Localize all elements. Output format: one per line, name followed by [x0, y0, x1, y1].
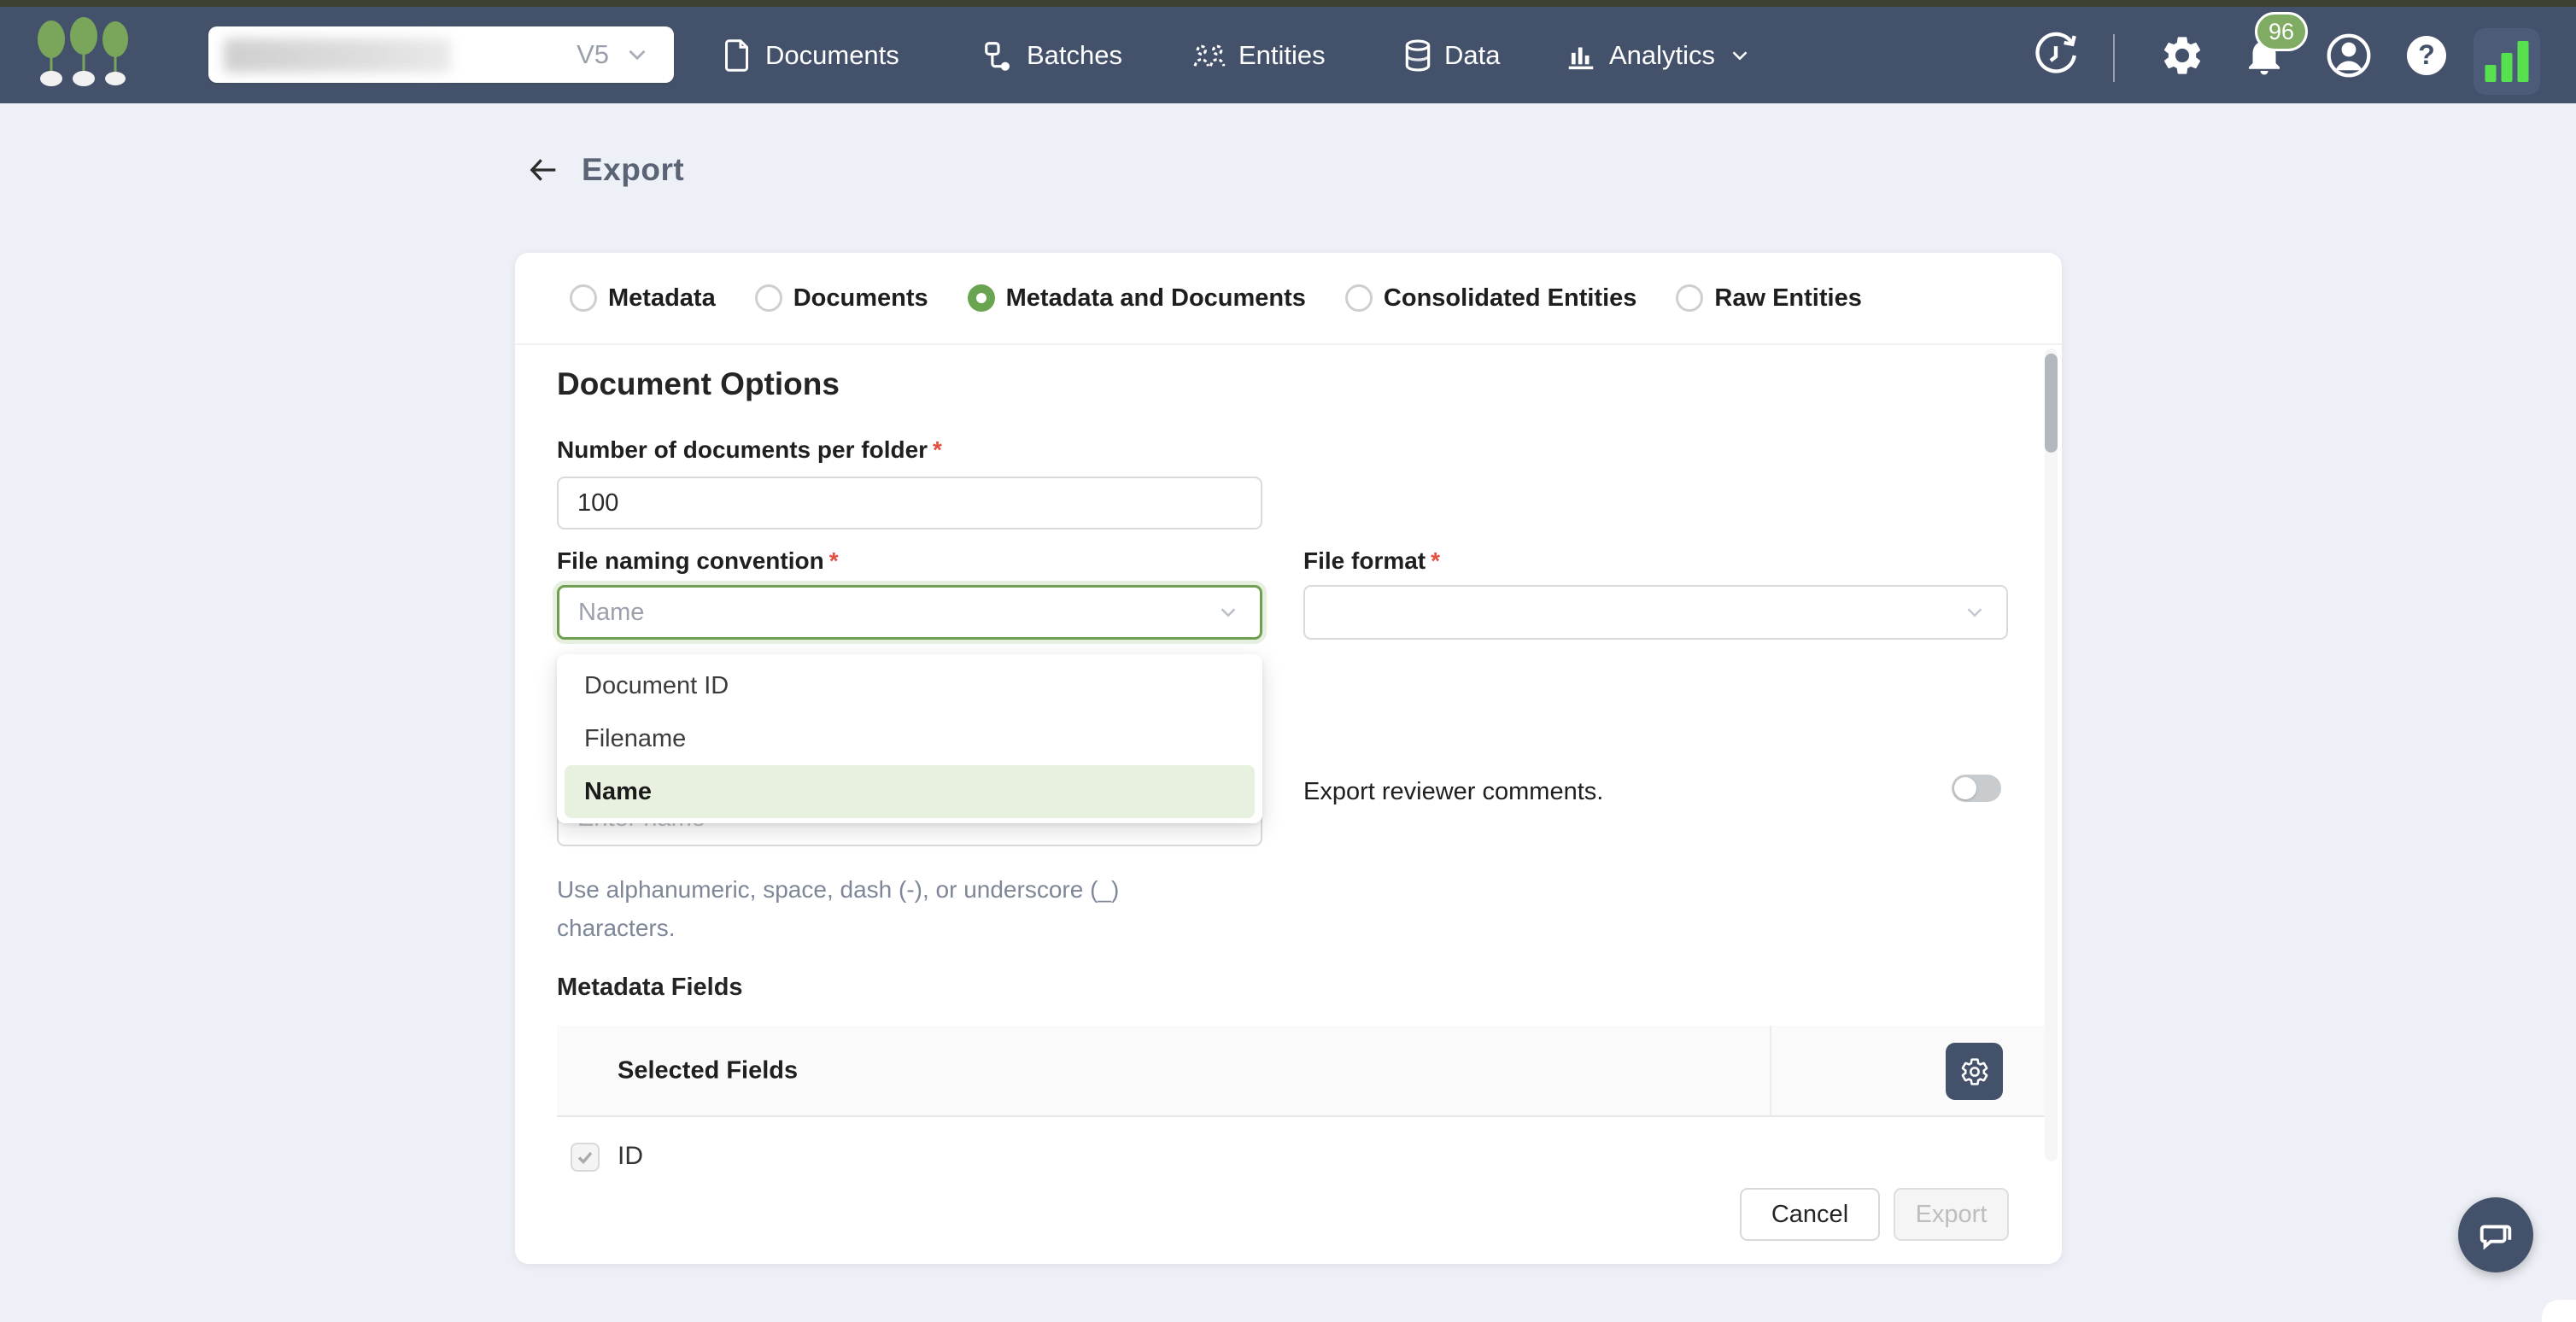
- column-header: Selected Fields: [618, 1056, 798, 1085]
- redacted-workspace-name: [224, 38, 451, 73]
- radio-circle: [755, 284, 782, 312]
- chevron-down-icon: [1727, 43, 1753, 68]
- file-naming-dropdown: Document ID Filename Name: [557, 654, 1262, 823]
- nav-item-documents[interactable]: Documents: [723, 7, 899, 103]
- card-scrollbar-thumb[interactable]: [2045, 354, 2058, 453]
- radio-circle: [1676, 284, 1703, 312]
- card-scrollbar-track[interactable]: [2045, 348, 2058, 1161]
- nav-item-data[interactable]: Data: [1403, 7, 1500, 103]
- file-naming-select[interactable]: Name: [557, 585, 1262, 640]
- nav-label: Batches: [1027, 40, 1122, 71]
- radio-raw-entities[interactable]: Raw Entities: [1676, 284, 1861, 313]
- docs-per-folder-input[interactable]: [557, 477, 1262, 529]
- export-type-radio-group: Metadata Documents Metadata and Document…: [515, 253, 2062, 345]
- metadata-fields-heading: Metadata Fields: [557, 974, 743, 1002]
- nav-label: Entities: [1238, 40, 1326, 71]
- file-naming-label: File naming convention*: [557, 547, 839, 575]
- row-checkbox-checked[interactable]: [571, 1143, 600, 1172]
- green-bars-icon: [2485, 41, 2529, 82]
- reviewer-comments-toggle[interactable]: [1952, 775, 2001, 802]
- database-icon: [1403, 39, 1432, 72]
- radio-documents[interactable]: Documents: [755, 284, 928, 313]
- radio-metadata-and-documents[interactable]: Metadata and Documents: [968, 284, 1306, 313]
- chevron-down-icon: [1962, 600, 1988, 625]
- help-icon: ?: [2407, 36, 2446, 75]
- entities-icon: [1192, 40, 1227, 71]
- gear-icon: [1959, 1056, 1990, 1087]
- radio-circle: [1345, 284, 1373, 312]
- file-format-select[interactable]: [1303, 585, 2008, 640]
- required-asterisk: *: [933, 436, 942, 463]
- back-arrow-icon[interactable]: [527, 153, 561, 187]
- nav-item-batches[interactable]: Batches: [982, 7, 1122, 103]
- chat-icon: [2476, 1215, 2515, 1255]
- chat-widget-corner: [2542, 1300, 2576, 1322]
- batches-icon: [982, 39, 1015, 72]
- help-button[interactable]: ?: [2407, 7, 2446, 103]
- dropdown-option-document-id[interactable]: Document ID: [557, 659, 1262, 712]
- table-header: Selected Fields: [557, 1026, 2050, 1117]
- nav-label: Documents: [765, 40, 899, 71]
- document-icon: [723, 38, 753, 73]
- dropdown-option-name-selected[interactable]: Name: [565, 765, 1255, 818]
- page-header: Export: [527, 152, 684, 188]
- extension-chart-button[interactable]: [2474, 28, 2540, 95]
- file-format-label: File format*: [1303, 547, 1440, 575]
- radio-metadata[interactable]: Metadata: [570, 284, 716, 313]
- name-helper-text: Use alphanumeric, space, dash (-), or un…: [557, 870, 1155, 947]
- radio-consolidated-entities[interactable]: Consolidated Entities: [1345, 284, 1636, 313]
- required-asterisk: *: [829, 547, 839, 574]
- top-accent-strip: [0, 0, 2576, 7]
- chevron-down-icon: [1215, 600, 1241, 625]
- required-asterisk: *: [1431, 547, 1440, 574]
- column-divider: [1770, 1026, 1771, 1115]
- radio-circle-selected: [968, 284, 995, 312]
- nav-item-entities[interactable]: Entities: [1192, 7, 1326, 103]
- radio-label: Consolidated Entities: [1384, 284, 1636, 313]
- version-label: V5: [577, 39, 609, 70]
- cancel-button[interactable]: Cancel: [1740, 1188, 1880, 1241]
- reviewer-comments-label: Export reviewer comments.: [1303, 778, 1603, 806]
- nav-label: Data: [1444, 40, 1500, 71]
- analytics-icon: [1565, 39, 1597, 72]
- metadata-fields-table: Selected Fields ID: [557, 1026, 2050, 1117]
- radio-label: Metadata and Documents: [1006, 284, 1306, 313]
- radio-label: Raw Entities: [1714, 284, 1861, 313]
- radio-label: Documents: [793, 284, 928, 313]
- workspace-selector[interactable]: V5: [208, 26, 674, 83]
- section-heading: Document Options: [557, 366, 840, 402]
- nav-label: Analytics: [1609, 40, 1715, 71]
- docs-per-folder-label: Number of documents per folder*: [557, 436, 942, 464]
- history-icon: [2031, 31, 2081, 80]
- table-row-label: ID: [618, 1142, 643, 1171]
- app-screen: V5 Documents Batches Entities Data Analy…: [0, 0, 2576, 1322]
- label-text: File format: [1303, 547, 1426, 574]
- chevron-down-icon: [623, 40, 652, 69]
- avatar-icon: [2325, 32, 2373, 79]
- radio-circle: [570, 284, 597, 312]
- gear-icon: [2159, 32, 2205, 79]
- export-button[interactable]: Export: [1894, 1188, 2009, 1241]
- label-text: Number of documents per folder: [557, 436, 928, 463]
- settings-button[interactable]: [2159, 7, 2205, 103]
- chat-button[interactable]: [2458, 1197, 2533, 1272]
- select-value: Name: [578, 599, 644, 627]
- toggle-knob: [1954, 777, 1976, 799]
- radio-label: Metadata: [608, 284, 716, 313]
- app-logo-trees-icon: [32, 17, 135, 94]
- notification-count-badge: 96: [2255, 12, 2308, 51]
- page-title: Export: [582, 152, 684, 188]
- nav-item-analytics[interactable]: Analytics: [1565, 7, 1753, 103]
- label-text: File naming convention: [557, 547, 824, 574]
- dropdown-option-filename[interactable]: Filename: [557, 712, 1262, 765]
- history-button[interactable]: [2031, 7, 2081, 103]
- user-menu-button[interactable]: [2325, 7, 2373, 103]
- navbar-divider: [2113, 34, 2115, 82]
- top-navbar: V5 Documents Batches Entities Data Analy…: [0, 7, 2576, 103]
- configure-fields-button[interactable]: [1946, 1043, 2003, 1100]
- check-icon: [575, 1147, 595, 1167]
